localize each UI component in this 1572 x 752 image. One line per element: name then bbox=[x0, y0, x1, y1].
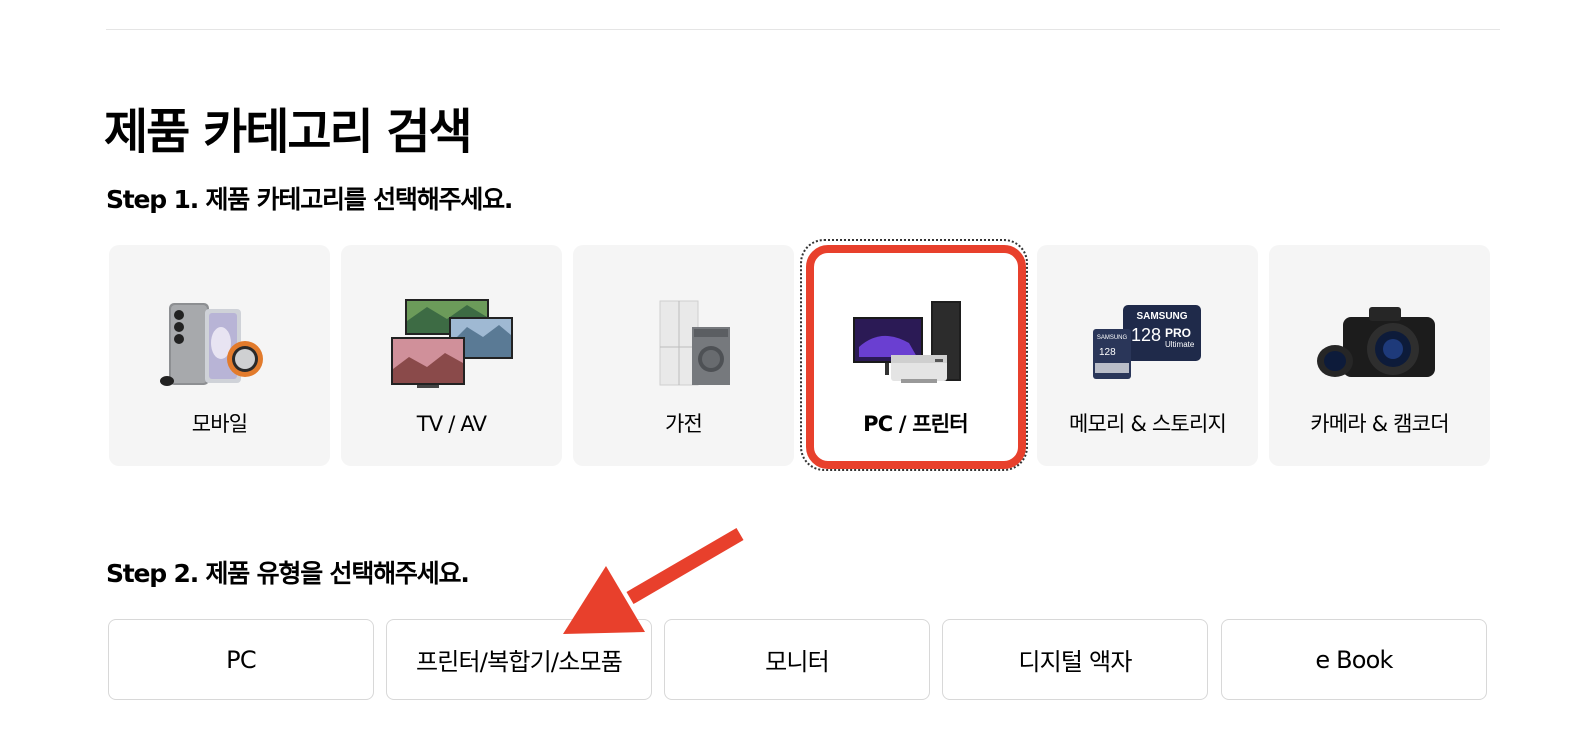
svg-text:SAMSUNG: SAMSUNG bbox=[1136, 311, 1187, 322]
type-button-label: 프린터/복합기/소모품 bbox=[415, 648, 623, 676]
svg-text:128: 128 bbox=[1131, 325, 1161, 345]
appliances-image bbox=[573, 297, 794, 393]
category-label: 메모리 & 스토리지 bbox=[1069, 412, 1227, 436]
svg-text:128: 128 bbox=[1099, 347, 1116, 358]
svg-text:PRO: PRO bbox=[1165, 326, 1191, 340]
type-button-ebook[interactable]: e Book bbox=[1221, 619, 1487, 700]
category-label: PC / 프린터 bbox=[863, 412, 968, 436]
type-button-label: PC bbox=[226, 645, 256, 674]
mobile-devices-image bbox=[109, 297, 330, 393]
category-label: TV / AV bbox=[416, 412, 487, 436]
category-card-pc-printer[interactable]: PC / 프린터 bbox=[805, 245, 1026, 466]
type-button-label: 디지털 액자 bbox=[1018, 648, 1132, 676]
category-label: 모바일 bbox=[191, 412, 248, 436]
type-button-label: 모니터 bbox=[765, 648, 830, 676]
category-card-appliances[interactable]: 가전 bbox=[573, 245, 794, 466]
type-button-pc[interactable]: PC bbox=[108, 619, 374, 700]
type-button-printer[interactable]: 프린터/복합기/소모품 bbox=[386, 619, 652, 700]
category-label: 가전 bbox=[664, 412, 703, 436]
type-button-monitor[interactable]: 모니터 bbox=[664, 619, 930, 700]
type-button-label: e Book bbox=[1315, 645, 1393, 674]
category-card-mobile[interactable]: 모바일 bbox=[109, 245, 330, 466]
top-divider bbox=[106, 29, 1500, 30]
memory-storage-image: SAMSUNG 128 PRO Ultimate SAMSUNG 128 bbox=[1037, 297, 1258, 393]
page-title: 제품 카테고리 검색 bbox=[104, 104, 473, 160]
category-label: 카메라 & 캠코더 bbox=[1310, 412, 1449, 436]
type-button-digital-frame[interactable]: 디지털 액자 bbox=[942, 619, 1208, 700]
svg-text:SAMSUNG: SAMSUNG bbox=[1096, 335, 1127, 341]
pc-printer-image bbox=[805, 297, 1026, 393]
tv-av-image bbox=[341, 297, 562, 393]
camera-image bbox=[1269, 297, 1490, 393]
step2-title: Step 2. 제품 유형을 선택해주세요. bbox=[106, 559, 470, 588]
svg-text:Ultimate: Ultimate bbox=[1165, 340, 1195, 349]
category-card-tv-av[interactable]: TV / AV bbox=[341, 245, 562, 466]
step1-title: Step 1. 제품 카테고리를 선택해주세요. bbox=[106, 185, 513, 214]
category-card-memory-storage[interactable]: SAMSUNG 128 PRO Ultimate SAMSUNG 128 메모리… bbox=[1037, 245, 1258, 466]
category-card-camera[interactable]: 카메라 & 캠코더 bbox=[1269, 245, 1490, 466]
